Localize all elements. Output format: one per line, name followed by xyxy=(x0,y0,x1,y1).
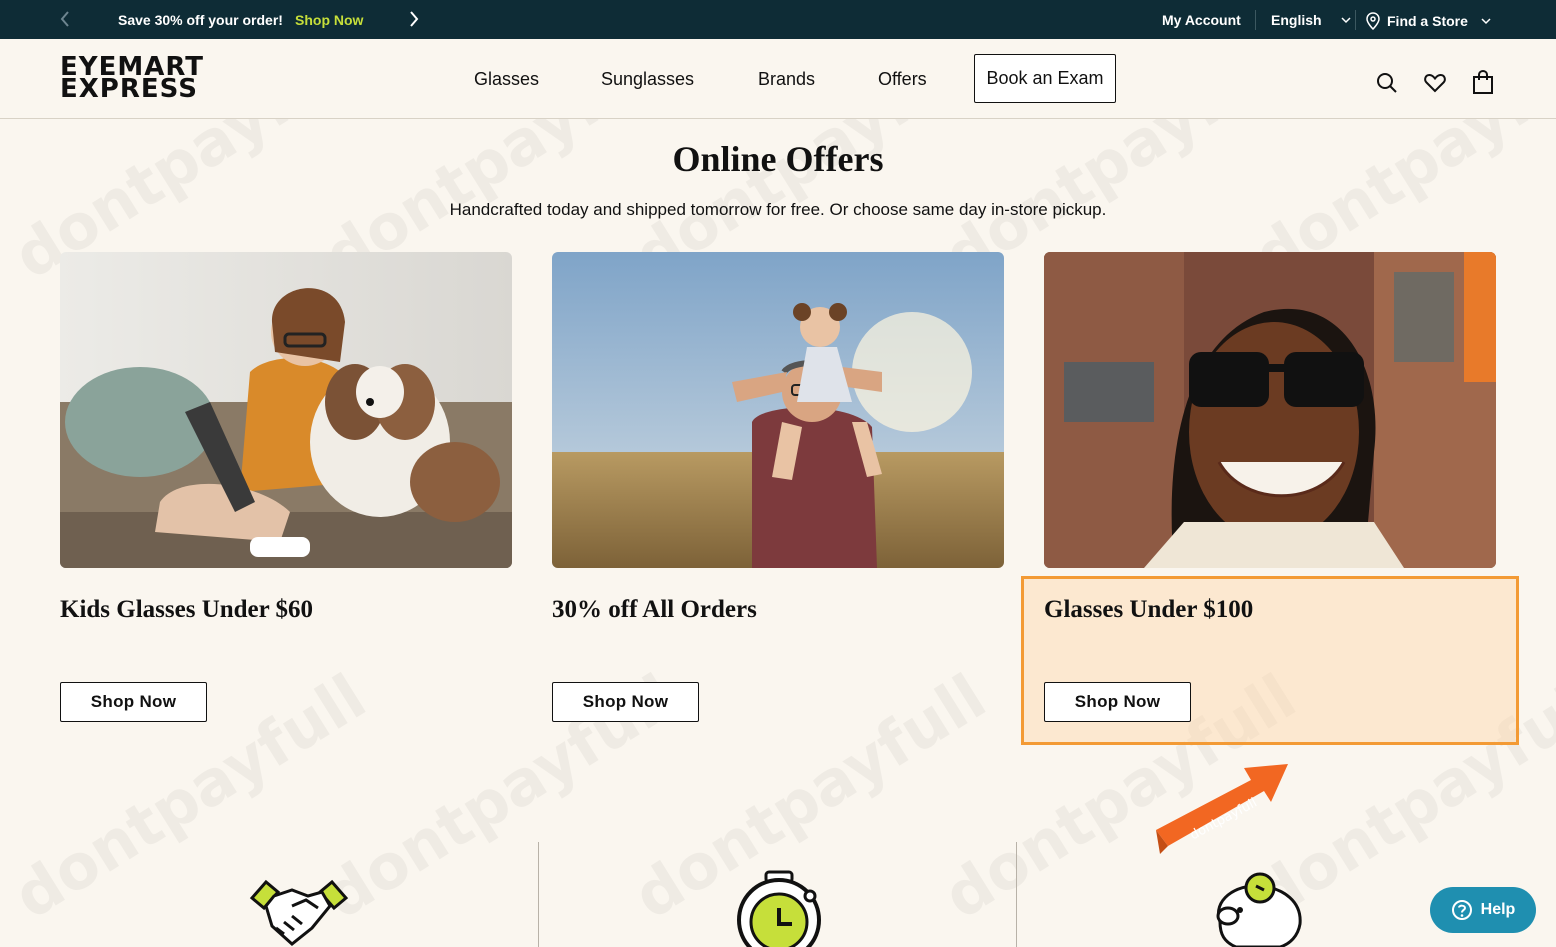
promo-prev-arrow-icon[interactable] xyxy=(54,8,76,30)
dontpayfull-arrow-badge: dontpayfull xyxy=(1146,760,1296,865)
page-title: Online Offers xyxy=(672,139,884,179)
find-store-label: Find a Store xyxy=(1387,13,1468,29)
offer-title: 30% off All Orders xyxy=(552,596,757,623)
help-icon xyxy=(1451,900,1472,920)
stopwatch-icon xyxy=(736,870,822,947)
thirty-off-image[interactable] xyxy=(552,252,1004,568)
site-header: EYEMART EXPRESS Glasses Sunglasses Brand… xyxy=(0,39,1556,119)
logo-line2: EXPRESS xyxy=(60,74,198,104)
kids-glasses-image[interactable] xyxy=(60,252,512,568)
shopping-bag-icon[interactable] xyxy=(1471,69,1495,94)
find-store-link[interactable]: Find a Store xyxy=(1365,12,1494,30)
nav-glasses[interactable]: Glasses xyxy=(474,69,539,90)
my-account-link[interactable]: My Account xyxy=(1162,12,1241,28)
feature-divider xyxy=(538,842,539,947)
piggy-bank-icon xyxy=(1206,872,1308,947)
handshake-icon xyxy=(248,878,350,947)
utility-divider xyxy=(1255,10,1256,30)
help-button[interactable]: Help xyxy=(1430,887,1536,933)
feature-divider xyxy=(1016,842,1017,947)
promo-text: Save 30% off your order! xyxy=(118,12,283,28)
offer-title: Glasses Under $100 xyxy=(1044,596,1254,623)
language-selector[interactable]: English xyxy=(1271,12,1354,28)
offer-title: Kids Glasses Under $60 xyxy=(60,596,314,623)
promo-bar: Save 30% off your order! Shop Now My Acc… xyxy=(0,0,1556,39)
nav-offers[interactable]: Offers xyxy=(878,69,927,90)
page-subtitle: Handcrafted today and shipped tomorrow f… xyxy=(449,200,1107,219)
eyemart-logo[interactable]: EYEMART EXPRESS xyxy=(60,54,204,104)
shop-now-button[interactable]: Shop Now xyxy=(552,682,699,722)
glasses-under-100-image[interactable] xyxy=(1044,252,1496,568)
help-label: Help xyxy=(1480,901,1516,918)
nav-sunglasses[interactable]: Sunglasses xyxy=(601,69,694,90)
promo-shop-now-link[interactable]: Shop Now xyxy=(295,12,363,28)
chevron-down-icon xyxy=(1481,18,1491,25)
promo-next-arrow-icon[interactable] xyxy=(403,8,425,30)
search-icon[interactable] xyxy=(1375,71,1399,95)
shop-now-button[interactable]: Shop Now xyxy=(1044,682,1191,722)
language-label: English xyxy=(1271,12,1322,28)
location-pin-icon xyxy=(1366,12,1380,30)
chevron-down-icon xyxy=(1341,17,1351,24)
nav-brands[interactable]: Brands xyxy=(758,69,815,90)
utility-divider xyxy=(1355,10,1356,30)
shop-now-button[interactable]: Shop Now xyxy=(60,682,207,722)
my-account-label: My Account xyxy=(1162,12,1241,28)
heart-icon[interactable] xyxy=(1423,71,1447,95)
book-exam-button[interactable]: Book an Exam xyxy=(974,54,1116,103)
